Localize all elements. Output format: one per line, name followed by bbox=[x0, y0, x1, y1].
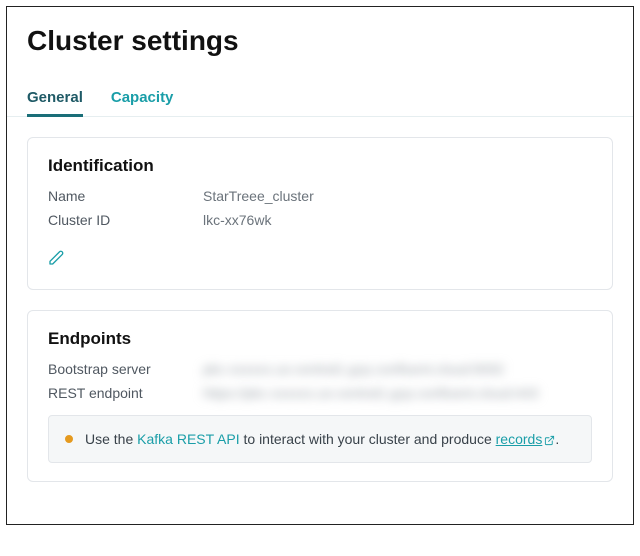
tab-capacity[interactable]: Capacity bbox=[111, 85, 174, 117]
tab-general[interactable]: General bbox=[27, 85, 83, 117]
kafka-rest-api-link[interactable]: Kafka REST API bbox=[137, 431, 239, 447]
page-title: Cluster settings bbox=[27, 25, 613, 57]
name-value: StarTreee_cluster bbox=[203, 188, 592, 204]
edit-icon[interactable] bbox=[48, 250, 64, 266]
tab-row: General Capacity bbox=[7, 85, 633, 117]
rest-api-notice: Use the Kafka REST API to interact with … bbox=[48, 415, 592, 463]
bootstrap-value: pkc-xxxxxx.us-central1.gcp.confluent.clo… bbox=[203, 361, 592, 377]
notice-pre: Use the bbox=[85, 431, 137, 447]
name-row: Name StarTreee_cluster bbox=[48, 188, 592, 204]
bootstrap-label: Bootstrap server bbox=[48, 361, 203, 377]
rest-value: https://pkc-xxxxxx.us-central1.gcp.confl… bbox=[203, 385, 592, 401]
identification-card: Identification Name StarTreee_cluster Cl… bbox=[27, 137, 613, 290]
cluster-id-value: lkc-xx76wk bbox=[203, 212, 592, 228]
rest-label: REST endpoint bbox=[48, 385, 203, 401]
rest-row: REST endpoint https://pkc-xxxxxx.us-cent… bbox=[48, 385, 592, 401]
notice-post: . bbox=[555, 431, 559, 447]
identification-heading: Identification bbox=[48, 156, 592, 176]
cluster-id-label: Cluster ID bbox=[48, 212, 203, 228]
notice-text: Use the Kafka REST API to interact with … bbox=[85, 431, 559, 447]
bootstrap-row: Bootstrap server pkc-xxxxxx.us-central1.… bbox=[48, 361, 592, 377]
endpoints-card: Endpoints Bootstrap server pkc-xxxxxx.us… bbox=[27, 310, 613, 482]
name-label: Name bbox=[48, 188, 203, 204]
endpoints-heading: Endpoints bbox=[48, 329, 592, 349]
records-link[interactable]: records bbox=[496, 431, 543, 447]
notice-mid: to interact with your cluster and produc… bbox=[240, 431, 496, 447]
external-link-icon bbox=[544, 435, 555, 446]
cluster-id-row: Cluster ID lkc-xx76wk bbox=[48, 212, 592, 228]
cluster-settings-page: Cluster settings General Capacity Identi… bbox=[6, 6, 634, 525]
info-icon bbox=[65, 435, 73, 443]
